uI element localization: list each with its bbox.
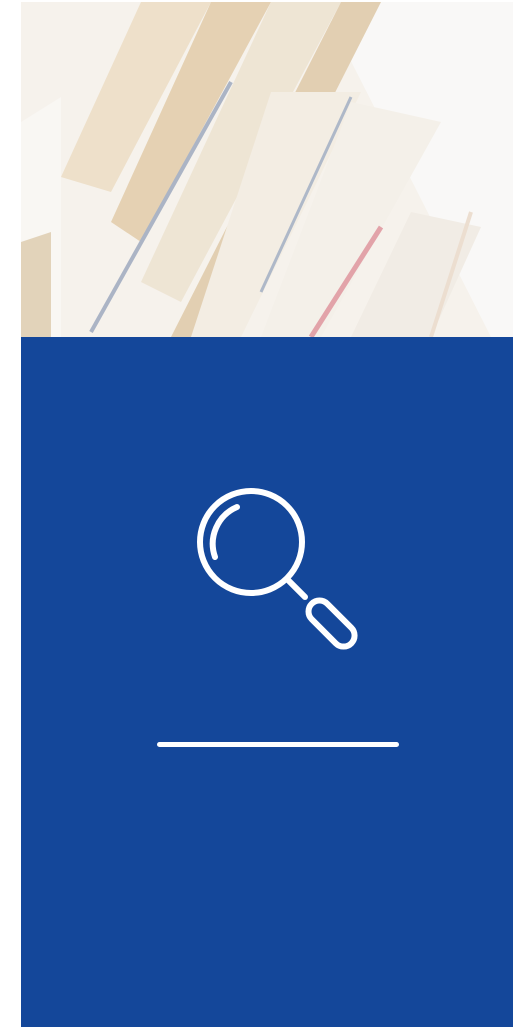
search-card [21,2,513,1027]
divider-line [157,742,399,747]
books-hero-image [21,2,513,337]
search-icon[interactable] [193,485,363,655]
search-panel [21,337,513,1027]
